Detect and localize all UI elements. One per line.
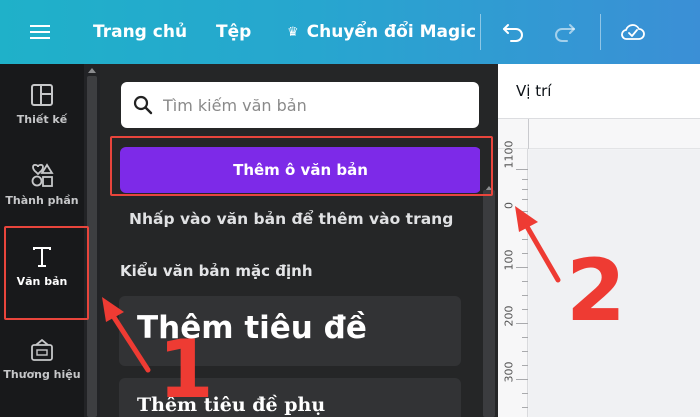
arrow-step-2 <box>515 206 561 283</box>
step-2-label: 2 <box>566 241 626 341</box>
annotation-arrows <box>102 206 561 373</box>
step-1-label: 1 <box>158 323 214 416</box>
arrow-step-1 <box>102 297 151 373</box>
